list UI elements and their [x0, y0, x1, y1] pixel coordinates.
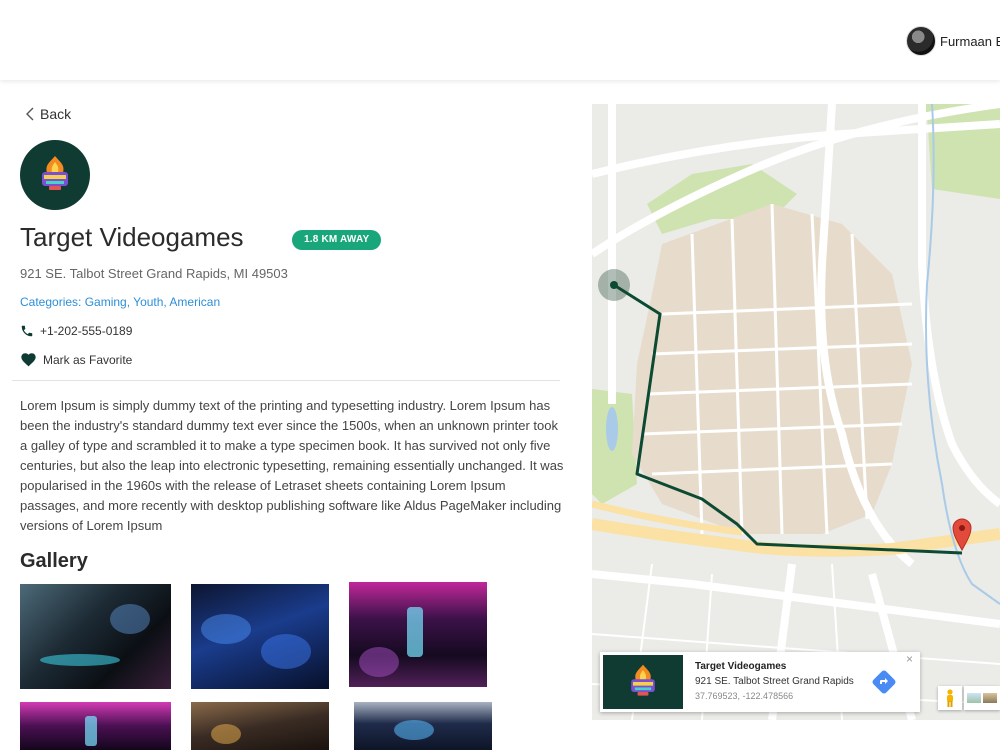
- info-address: 921 SE. Talbot Street Grand Rapids: [695, 676, 854, 687]
- map-layers-button[interactable]: [964, 686, 1000, 710]
- directions-icon[interactable]: [872, 670, 896, 694]
- business-description: Lorem Ipsum is simply dummy text of the …: [20, 398, 564, 533]
- divider: [12, 380, 560, 381]
- map-tiles: [592, 104, 1000, 720]
- business-logo: [20, 140, 90, 210]
- avatar[interactable]: [906, 26, 936, 56]
- map-layer-icon: [967, 693, 981, 703]
- map-info-window: Target Videogames 921 SE. Talbot Street …: [600, 652, 920, 712]
- user-menu[interactable]: Furmaan B: [906, 26, 1000, 56]
- favorite-button[interactable]: Mark as Favorite: [20, 352, 132, 367]
- close-icon[interactable]: ×: [906, 652, 913, 666]
- phone-icon: [21, 325, 33, 337]
- gallery-image[interactable]: [354, 702, 492, 750]
- favorite-label: Mark as Favorite: [43, 352, 133, 367]
- info-title: Target Videogames: [695, 661, 787, 672]
- pegman-icon: [947, 689, 953, 707]
- game-over-logo-icon: [42, 156, 68, 190]
- gallery-image[interactable]: [349, 582, 487, 687]
- top-bar: Furmaan B: [0, 0, 1000, 80]
- gallery-image[interactable]: [20, 702, 171, 750]
- distance-badge: 1.8 KM AWAY: [292, 230, 382, 250]
- satellite-layer-icon: [983, 693, 997, 703]
- business-details: Back Target Videogames 1.8 KM AWAY 921 S…: [0, 80, 575, 750]
- info-logo: [603, 655, 683, 709]
- gallery-image[interactable]: [191, 584, 329, 689]
- gallery-title: Gallery: [20, 550, 88, 572]
- business-categories[interactable]: Categories: Gaming, Youth, American: [20, 295, 220, 309]
- business-address: 921 SE. Talbot Street Grand Rapids, MI 4…: [20, 266, 288, 281]
- map[interactable]: [592, 104, 1000, 720]
- phone-number: +1-202-555-0189: [40, 324, 133, 338]
- gallery-image[interactable]: [191, 702, 329, 750]
- street-view-icon[interactable]: [938, 686, 962, 710]
- back-label: Back: [40, 106, 72, 122]
- chevron-left-icon: [26, 107, 34, 121]
- user-name[interactable]: Furmaan B: [940, 34, 1000, 49]
- heart-icon: [21, 353, 36, 367]
- game-over-logo-icon: [631, 664, 655, 696]
- back-button[interactable]: Back: [24, 106, 71, 122]
- business-name: Target Videogames: [20, 222, 244, 252]
- phone-link[interactable]: +1-202-555-0189: [20, 324, 132, 338]
- gallery-image[interactable]: [20, 584, 171, 689]
- info-coordinates: 37.769523, -122.478566: [695, 691, 794, 701]
